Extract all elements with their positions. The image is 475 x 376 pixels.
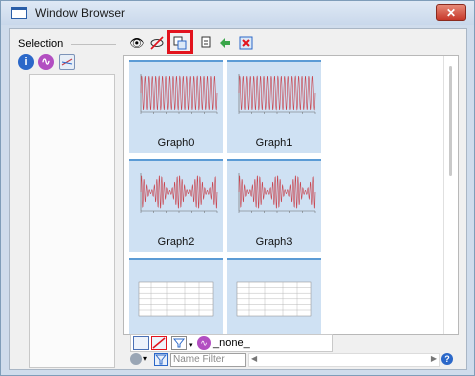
tile-label: Graph1 xyxy=(255,137,293,149)
selection-panel: Selection i ∿ xyxy=(11,30,118,368)
graph-tile[interactable]: Graph2 xyxy=(129,159,223,252)
help-icon[interactable]: ? xyxy=(441,353,453,365)
dropdown-arrow-icon[interactable]: ▾ xyxy=(143,354,147,363)
selection-box[interactable] xyxy=(29,74,115,368)
scroll-thumb[interactable] xyxy=(449,66,452,176)
tile-label: Graph2 xyxy=(157,236,195,248)
arrange-icon[interactable] xyxy=(217,36,233,50)
table-tile[interactable] xyxy=(227,258,321,334)
delete-window-icon[interactable] xyxy=(238,36,254,50)
name-filter-input[interactable]: Name Filter xyxy=(170,353,246,367)
table-thumbnail xyxy=(236,281,312,317)
section-divider xyxy=(71,44,116,45)
info-icon[interactable]: i xyxy=(18,54,34,70)
window-title: Window Browser xyxy=(35,6,126,20)
window-browser: Window Browser ✕ Selection i ∿ 👁 Graph0 … xyxy=(0,0,475,376)
vertical-scrollbar[interactable] xyxy=(443,56,458,334)
window-icon xyxy=(11,7,27,19)
graph-thumbnail xyxy=(140,74,218,114)
settings-gear-icon[interactable] xyxy=(130,353,142,365)
waveform-icon: ∿ xyxy=(197,336,211,350)
graph-thumbnail xyxy=(140,173,218,213)
graph-tile[interactable]: Graph0 xyxy=(129,60,223,153)
graph-tile[interactable]: Graph3 xyxy=(227,159,321,252)
close-button[interactable]: ✕ xyxy=(436,4,466,21)
highlight-box xyxy=(167,30,193,54)
tile-label: Graph0 xyxy=(157,137,195,149)
dropdown-arrow-icon[interactable]: ▾ xyxy=(189,341,193,349)
window-type-bar: ▾ ∿ _none_ xyxy=(130,334,333,352)
graph-icon[interactable] xyxy=(59,54,75,70)
hide-icon[interactable] xyxy=(149,36,165,50)
selected-item-label: _none_ xyxy=(213,337,250,349)
graph-type-button[interactable] xyxy=(151,336,167,350)
scroll-left-icon[interactable]: ◀ xyxy=(251,354,257,363)
copy-window-icon[interactable] xyxy=(198,36,214,50)
filter-row: ▾ Name Filter ◀ ▶ ? xyxy=(130,353,453,367)
window-thumbnails: Graph0 Graph1 Graph2 Graph3 xyxy=(123,55,459,335)
table-thumbnail xyxy=(138,281,214,317)
window-type-button[interactable] xyxy=(133,336,149,350)
tile-label: Graph3 xyxy=(255,236,293,248)
graph-tile[interactable]: Graph1 xyxy=(227,60,321,153)
filter-icon[interactable] xyxy=(154,353,168,366)
filter-type-dropdown[interactable] xyxy=(171,336,187,350)
waveform-icon[interactable]: ∿ xyxy=(38,54,54,70)
selection-label: Selection xyxy=(18,38,64,50)
graph-thumbnail xyxy=(238,173,316,213)
eye-icon[interactable]: 👁 xyxy=(129,36,145,50)
graph-thumbnail xyxy=(238,74,316,114)
scroll-right-icon[interactable]: ▶ xyxy=(431,354,437,363)
table-tile[interactable] xyxy=(129,258,223,334)
horizontal-scrollbar[interactable]: ◀ ▶ xyxy=(248,353,440,367)
title-bar[interactable]: Window Browser ✕ xyxy=(1,1,474,25)
